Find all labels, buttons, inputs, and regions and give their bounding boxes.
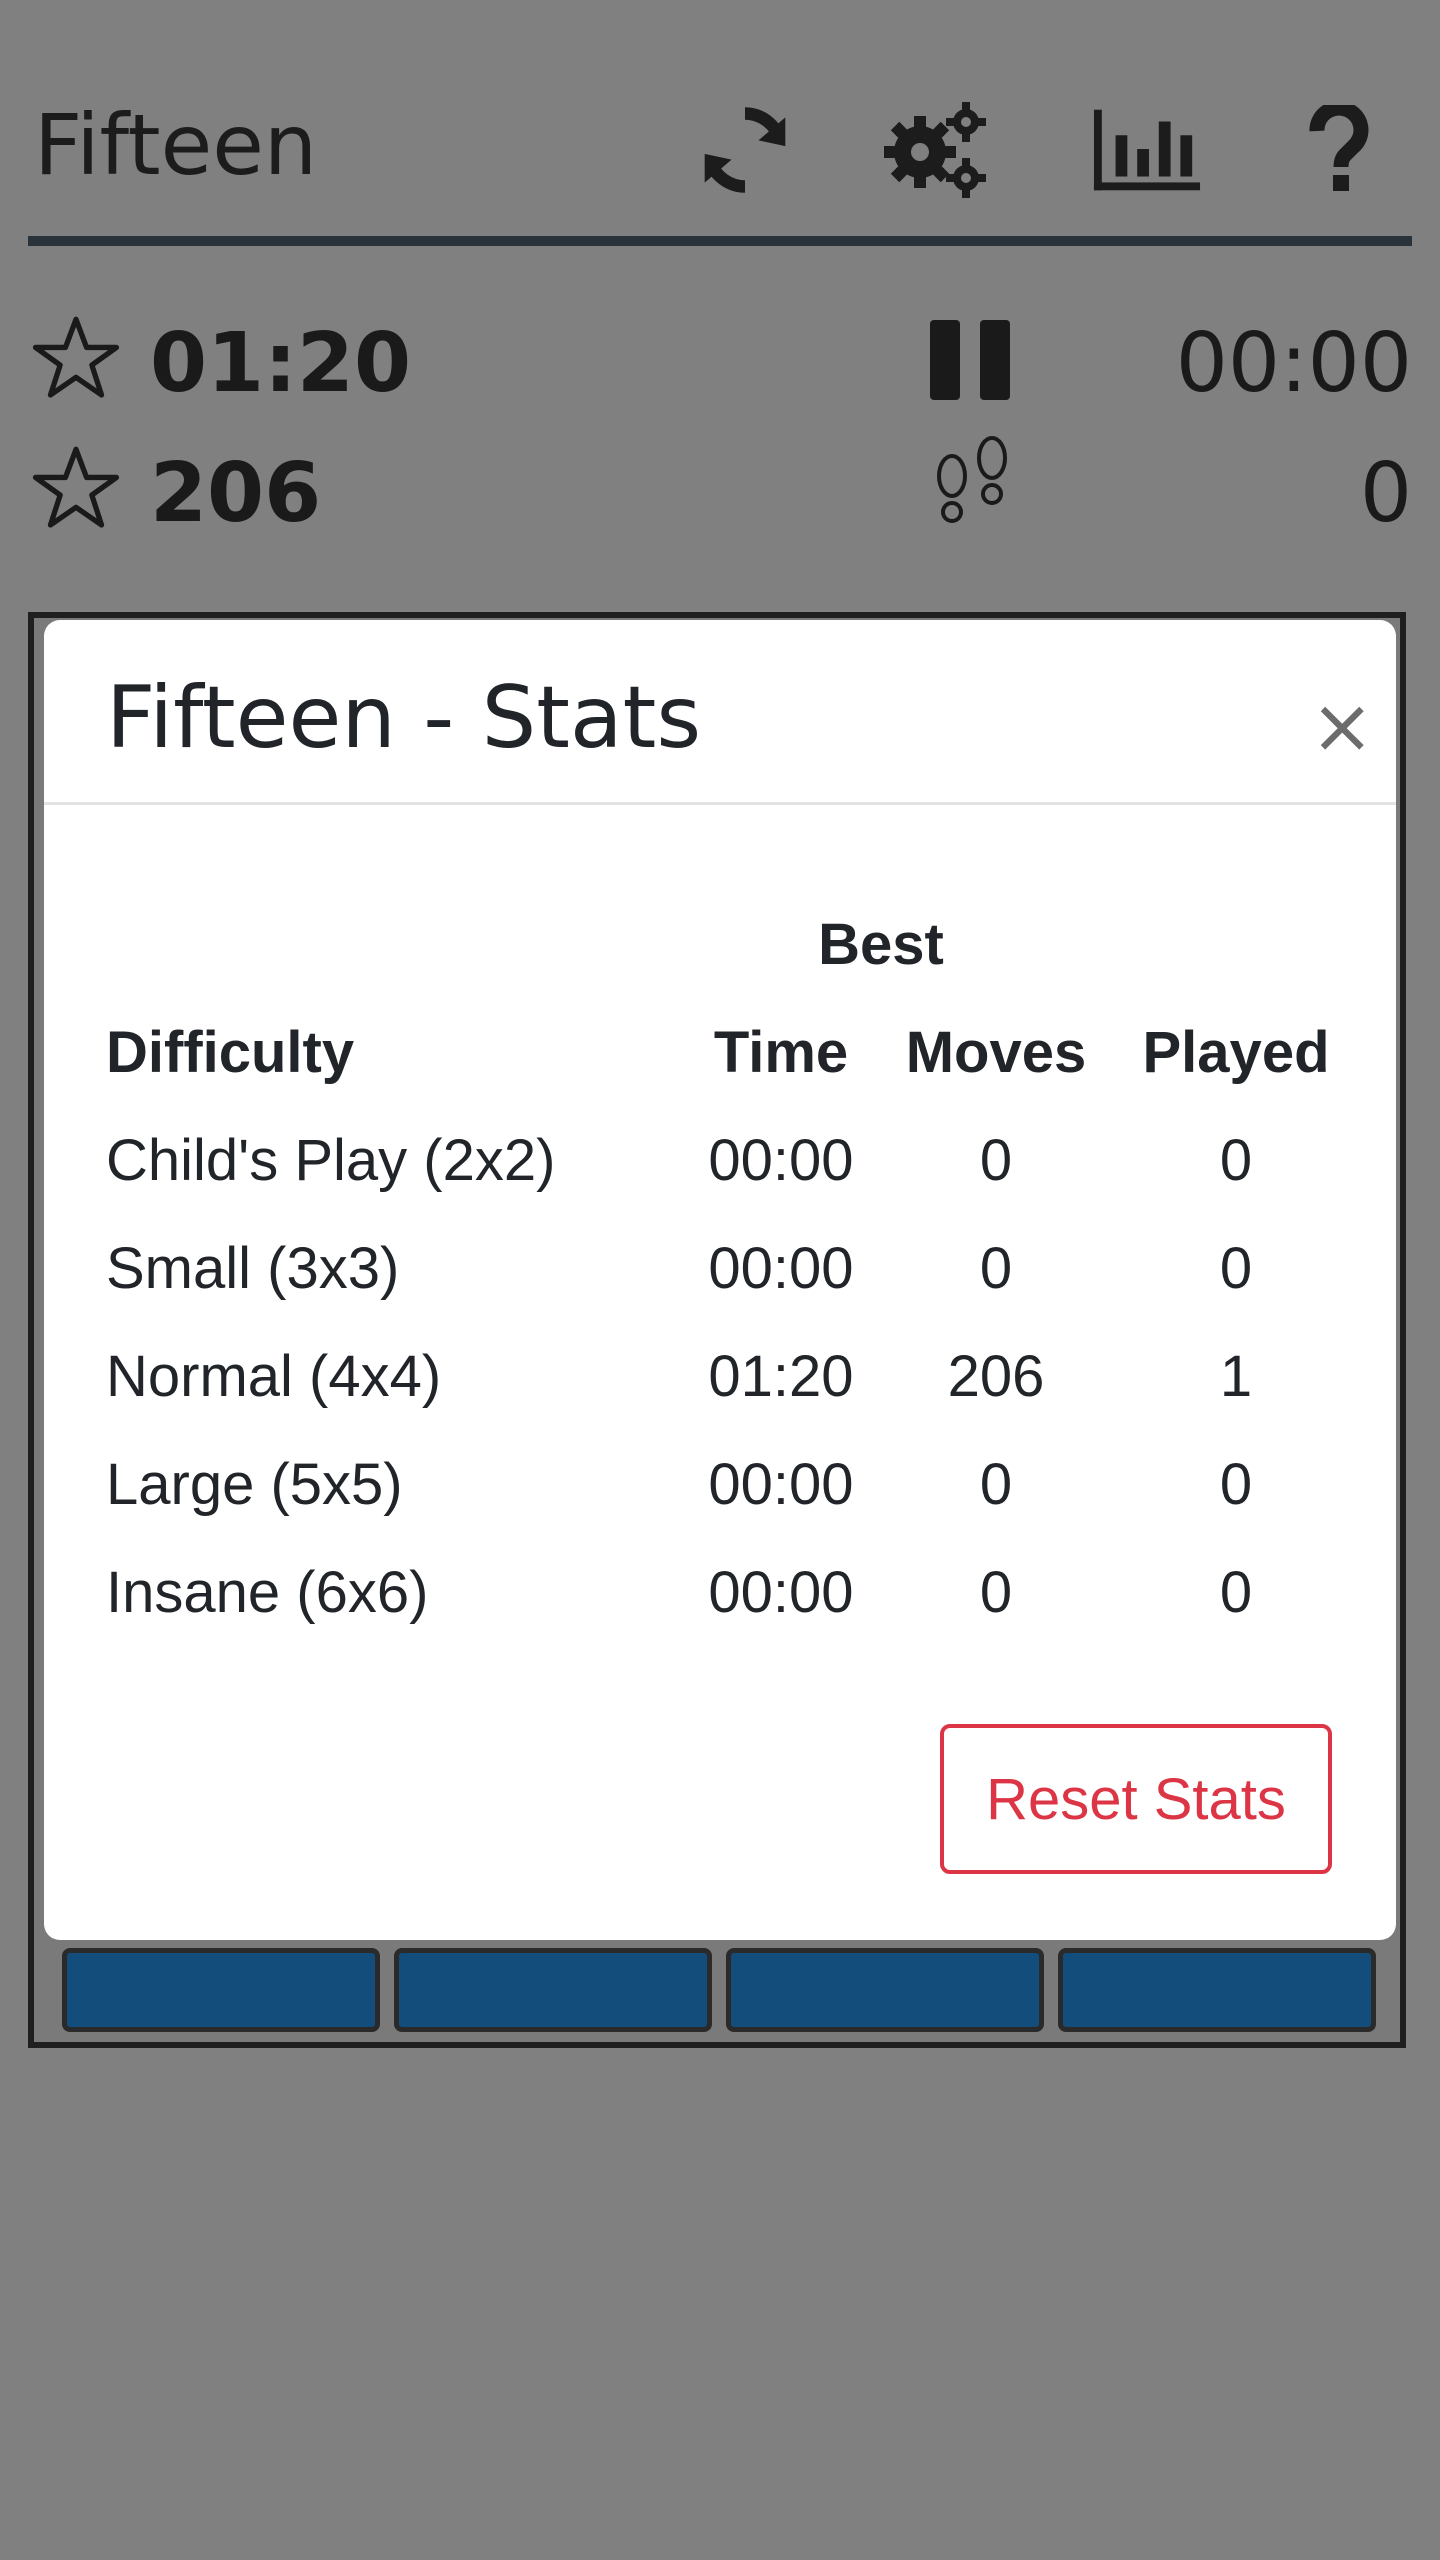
table-row: Normal (4x4) 01:20 206 1: [106, 1322, 1376, 1430]
tile[interactable]: [1058, 1948, 1376, 2032]
group-header-spacer: [106, 890, 666, 998]
column-header-time: Time: [713, 1019, 849, 1085]
header-divider: [28, 236, 1412, 246]
best-time: 01:20: [150, 316, 412, 411]
game-page: Fifteen 01:20 00:00 206 0 Fifteen - Stat…: [0, 0, 1440, 2560]
table-row: Child's Play (2x2) 00:00 0 0: [106, 1106, 1376, 1214]
star-icon: [32, 316, 120, 398]
difficulty-cell: Large (5x5): [106, 1451, 403, 1517]
table-row: Large (5x5) 00:00 0 0: [106, 1430, 1376, 1538]
star-icon: [32, 446, 120, 528]
table-row: Small (3x3) 00:00 0 0: [106, 1214, 1376, 1322]
stats-modal: Fifteen - Stats × Best Difficulty Time M…: [44, 620, 1396, 1940]
best-group-header: Best: [818, 911, 944, 977]
footprints-icon: [934, 432, 1014, 528]
tile[interactable]: [62, 1948, 380, 2032]
time-cell: 00:00: [708, 1127, 854, 1193]
current-moves: 0: [1359, 446, 1412, 541]
moves-cell: 0: [979, 1451, 1013, 1517]
played-cell: 0: [1219, 1127, 1253, 1193]
current-time: 00:00: [1175, 316, 1412, 411]
bar-chart-icon[interactable]: [1092, 95, 1202, 205]
played-cell: 0: [1219, 1559, 1253, 1625]
question-icon[interactable]: [1284, 95, 1394, 205]
time-cell: 00:00: [708, 1235, 854, 1301]
played-cell: 1: [1219, 1343, 1253, 1409]
table-group-header-row: Best: [106, 890, 1376, 998]
time-cell: 01:20: [708, 1343, 854, 1409]
reset-stats-button[interactable]: Reset Stats: [940, 1724, 1332, 1874]
time-cell: 00:00: [708, 1451, 854, 1517]
refresh-icon[interactable]: [690, 95, 800, 205]
difficulty-cell: Normal (4x4): [106, 1343, 442, 1409]
time-cell: 00:00: [708, 1559, 854, 1625]
moves-cell: 206: [947, 1343, 1045, 1409]
best-moves: 206: [150, 446, 322, 541]
tile[interactable]: [726, 1948, 1044, 2032]
column-header-moves: Moves: [905, 1019, 1087, 1085]
gears-icon[interactable]: [880, 95, 990, 205]
moves-cell: 0: [979, 1127, 1013, 1193]
close-icon[interactable]: ×: [1310, 676, 1374, 776]
stats-table: Best Difficulty Time Moves Played Child'…: [106, 890, 1376, 1646]
pause-icon[interactable]: [928, 318, 1012, 402]
tile[interactable]: [394, 1948, 712, 2032]
moves-cell: 0: [979, 1235, 1013, 1301]
app-title: Fifteen: [34, 96, 318, 194]
difficulty-cell: Insane (6x6): [106, 1559, 429, 1625]
status-bar: 01:20 00:00 206 0: [28, 300, 1412, 550]
column-header-played: Played: [1142, 1019, 1330, 1085]
modal-title: Fifteen - Stats: [106, 668, 702, 768]
app-header: Fifteen: [28, 0, 1412, 246]
modal-divider: [44, 802, 1396, 805]
table-header-row: Difficulty Time Moves Played: [106, 998, 1376, 1106]
moves-cell: 0: [979, 1559, 1013, 1625]
column-header-difficulty: Difficulty: [106, 1019, 355, 1085]
played-cell: 0: [1219, 1235, 1253, 1301]
difficulty-cell: Child's Play (2x2): [106, 1127, 556, 1193]
difficulty-cell: Small (3x3): [106, 1235, 400, 1301]
table-row: Insane (6x6) 00:00 0 0: [106, 1538, 1376, 1646]
played-cell: 0: [1219, 1451, 1253, 1517]
group-header-spacer: [1096, 890, 1376, 998]
